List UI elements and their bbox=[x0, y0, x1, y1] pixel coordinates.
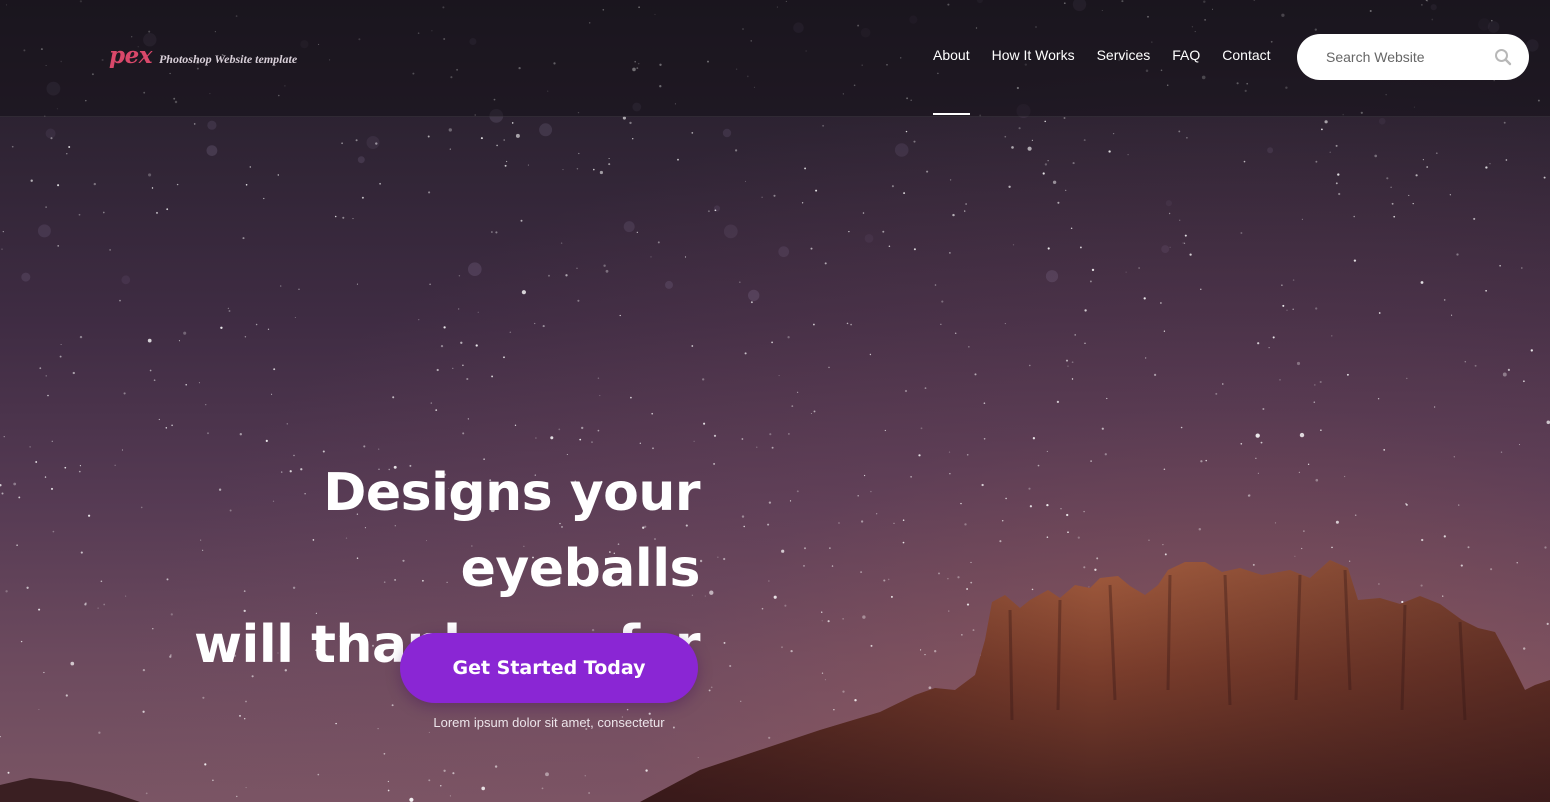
search-input[interactable] bbox=[1326, 49, 1486, 65]
search-box bbox=[1297, 34, 1529, 80]
nav-item-faq[interactable]: FAQ bbox=[1172, 47, 1200, 117]
search-icon[interactable] bbox=[1494, 48, 1512, 66]
main-nav: About How It Works Services FAQ Contact bbox=[933, 47, 1271, 117]
nav-item-about[interactable]: About bbox=[933, 47, 970, 117]
nav-item-services[interactable]: Services bbox=[1097, 47, 1151, 117]
nav-item-contact[interactable]: Contact bbox=[1222, 47, 1270, 117]
hero-subtext: Lorem ipsum dolor sit amet, consectetur bbox=[433, 715, 665, 730]
nav-item-how-it-works[interactable]: How It Works bbox=[992, 47, 1075, 117]
get-started-button[interactable]: Get Started Today bbox=[400, 633, 698, 703]
hero-headline-line-1: Designs your eyeballs bbox=[323, 463, 700, 599]
logo[interactable]: pex Photoshop Website template bbox=[109, 42, 297, 69]
logo-mark: pex bbox=[109, 42, 152, 69]
logo-tagline: Photoshop Website template bbox=[158, 52, 298, 66]
top-navigation-bar: pex Photoshop Website template About How… bbox=[0, 0, 1550, 117]
